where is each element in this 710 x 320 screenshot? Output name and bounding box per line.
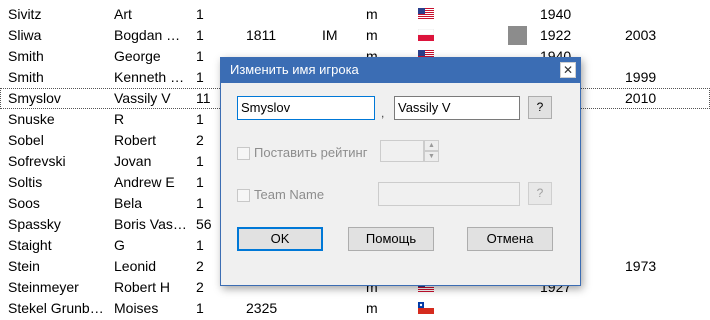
last-name-cell: Soltis xyxy=(8,174,43,190)
rating-cell: 1811 xyxy=(246,27,277,43)
cl-flag-icon xyxy=(418,302,436,314)
edit-player-name-dialog: Изменить имя игрока ✕ Smyslov , Vassily … xyxy=(220,57,581,286)
ok-button[interactable]: OK xyxy=(237,227,323,251)
player-photo xyxy=(508,26,528,45)
table-row[interactable]: Sivitz Art 1 m 1940 xyxy=(0,4,710,25)
first-name-cell: Kenneth R... xyxy=(114,69,188,85)
table-row[interactable]: Stekel Grunber... Moises 1 2325 m xyxy=(0,298,710,319)
set-rating-label: Поставить рейтинг xyxy=(254,145,368,160)
last-name-cell: Sobel xyxy=(8,132,44,148)
set-rating-checkbox[interactable] xyxy=(237,147,250,160)
sex-cell: m xyxy=(366,27,378,43)
name-help-button[interactable]: ? xyxy=(528,96,552,119)
first-name-cell: G xyxy=(114,237,125,253)
close-icon[interactable]: ✕ xyxy=(560,62,576,78)
name-separator: , xyxy=(381,106,385,120)
first-name-cell: Boris Vasili... xyxy=(114,216,188,232)
last-name-cell: Steinmeyer xyxy=(8,279,79,295)
last-name-cell: Sofrevski xyxy=(8,153,66,169)
team-name-input[interactable] xyxy=(378,182,520,206)
last-name-cell: Snuske xyxy=(8,111,55,127)
table-row[interactable]: Sliwa Bogdan St... 1 1811 IM m 1922 2003 xyxy=(0,25,710,46)
last-name-cell: Sivitz xyxy=(8,6,42,22)
last-name-cell: Smyslov xyxy=(8,90,61,106)
rating-stepper-field[interactable] xyxy=(380,140,424,162)
team-help-button[interactable]: ? xyxy=(528,182,552,205)
sex-cell: m xyxy=(366,300,378,316)
last-name-input[interactable]: Smyslov xyxy=(237,96,375,120)
last-name-cell: Smith xyxy=(8,69,44,85)
pl-flag-icon xyxy=(418,29,436,41)
games-cell: 1 xyxy=(196,6,204,22)
last-name-cell: Stekel Grunber... xyxy=(8,300,108,316)
first-name-cell: Bela xyxy=(114,195,143,211)
first-name-cell: R xyxy=(114,111,125,127)
first-name-cell: Andrew E xyxy=(114,174,175,190)
rating-cell: 2325 xyxy=(246,300,278,316)
first-name-cell: Leonid xyxy=(114,258,157,274)
first-name-cell: Moises xyxy=(114,300,159,316)
first-name-cell: Robert H xyxy=(114,279,171,295)
first-name-cell: Art xyxy=(114,6,132,22)
title-cell: IM xyxy=(322,27,338,43)
dialog-titlebar[interactable]: Изменить имя игрока ✕ xyxy=(221,58,580,83)
first-name-cell: Robert xyxy=(114,132,157,148)
games-cell: 1 xyxy=(196,300,204,316)
team-name-label: Team Name xyxy=(254,187,325,202)
last-name-cell: Staight xyxy=(8,237,52,253)
last-name-cell: Sliwa xyxy=(8,27,42,43)
death-year-cell: 1973 xyxy=(625,258,657,274)
death-year-cell: 2003 xyxy=(625,27,657,43)
chevron-up-icon[interactable]: ▲ xyxy=(424,140,439,151)
last-name-cell: Stein xyxy=(8,258,40,274)
rating-stepper[interactable]: ▲ ▼ xyxy=(380,140,439,162)
sex-cell: m xyxy=(366,6,378,22)
first-name-cell: Jovan xyxy=(114,153,152,169)
death-year-cell: 1999 xyxy=(625,69,657,85)
first-name-cell: George xyxy=(114,48,161,64)
death-year-cell: 2010 xyxy=(625,90,657,106)
last-name-cell: Spassky xyxy=(8,216,61,232)
first-name-cell: Bogdan St... xyxy=(114,27,188,43)
first-name-cell: Vassily V xyxy=(114,90,171,106)
first-name-input[interactable]: Vassily V xyxy=(394,96,520,120)
chevron-down-icon[interactable]: ▼ xyxy=(424,151,439,162)
birth-year-cell: 1940 xyxy=(540,6,572,22)
last-name-cell: Soos xyxy=(8,195,40,211)
us-flag-icon xyxy=(418,8,436,20)
team-name-checkbox[interactable] xyxy=(237,189,250,202)
birth-year-cell: 1922 xyxy=(540,27,572,43)
last-name-cell: Smith xyxy=(8,48,44,64)
cancel-button[interactable]: Отмена xyxy=(467,227,553,251)
dialog-title: Изменить имя игрока xyxy=(230,62,359,77)
help-button[interactable]: Помощь xyxy=(348,227,434,251)
games-cell: 1 xyxy=(196,27,204,43)
